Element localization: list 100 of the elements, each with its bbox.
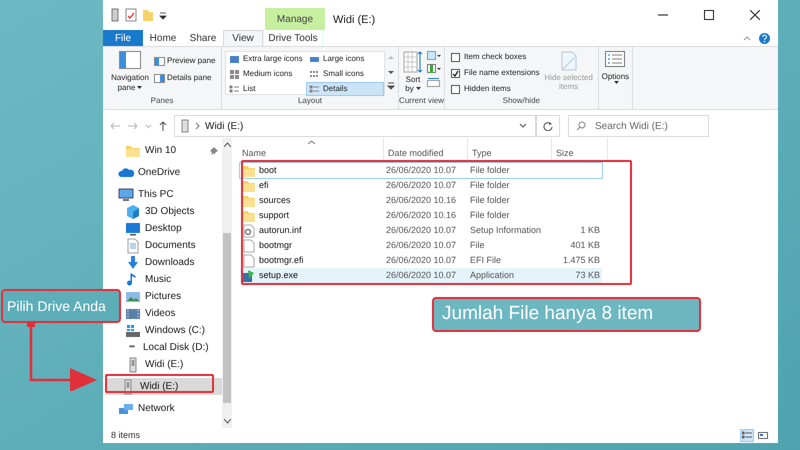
column-header[interactable]: Name [238,138,384,160]
sort-by-button[interactable]: Sort by [402,51,424,95]
nav-item[interactable]: 3D Objects [123,203,222,220]
search-field[interactable]: Search Widi (E:) [568,115,709,137]
details-pane-button[interactable]: Details pane [154,72,216,84]
nav-item[interactable]: Desktop [123,220,222,237]
refresh-button[interactable] [536,115,560,137]
layout-option[interactable]: Details [306,82,384,96]
file-row[interactable]: autorun.inf 26/06/2020 10.07 Setup Information 1 KB [240,223,602,238]
blank-page-icon [560,51,577,71]
file-name: bootmgr [259,238,292,252]
checkbox-option[interactable]: Hidden items [451,83,540,95]
file-row[interactable]: bootmgr.efi 26/06/2020 10.07 EFI File 1.475 KB [240,253,602,268]
chevron-icon [195,122,201,130]
file-name: setup.exe [259,268,298,282]
navigation-pane-button[interactable]: Navigation pane [106,51,154,95]
scrollbar-thumb[interactable] [223,233,231,403]
view-icon [309,69,320,79]
group-label: Show/hide [502,95,541,107]
layout-option[interactable]: Small icons [306,67,384,81]
view-icon [229,69,240,79]
ribbon-tab[interactable]: Home [143,30,183,46]
nav-item[interactable]: Videos [123,305,222,322]
checkbox-option[interactable]: Item check boxes [451,51,540,63]
address-bar[interactable]: Widi (E:) [174,115,536,137]
caret-icon [614,81,619,84]
drive-icon[interactable] [110,8,120,22]
folder-icon [242,164,255,178]
file-icon [242,254,255,268]
checkbox[interactable] [451,52,460,62]
caret-icon [137,86,142,90]
file-row[interactable]: sources 26/06/2020 10.16 File folder [240,193,602,208]
view-toggle[interactable] [756,429,770,442]
nav-item[interactable]: Win 10 [103,142,222,159]
folder-icon [242,194,255,208]
breadcrumb[interactable]: Widi (E:) [205,118,244,134]
file-name: autorun.inf [259,224,302,237]
ribbon-tab[interactable]: File [103,30,143,46]
nav-item[interactable]: Windows (C:) [123,322,222,339]
ribbon-tab[interactable]: Drive Tools [263,30,323,46]
folder-icon [242,178,255,192]
layout-option[interactable]: Extra large icons [226,52,306,66]
layout-option[interactable]: List [226,82,306,96]
sort-caret-icon [308,140,315,144]
type-cell-text: EFI File [469,254,502,267]
date-cell-text: 26/06/2020 10.16 [385,194,458,207]
file-name: sources [259,194,291,207]
type-cell-text: File folder [469,194,511,207]
search-icon [576,121,586,131]
usb-drive-icon [179,119,191,133]
nav-item[interactable]: Widi (E:) [123,356,222,373]
preview-pane-button[interactable]: Preview pane [154,55,216,67]
date-cell-text: 26/06/2020 10.07 [385,238,458,252]
file-row[interactable]: bootmgr 26/06/2020 10.07 File 401 KB [240,238,602,253]
nav-item[interactable]: Local Disk (D:) [123,339,222,356]
details-view-icon [742,431,752,440]
type-cell-text: File folder [469,208,511,222]
ribbon-tab[interactable]: View [223,30,263,46]
help-icon[interactable] [759,32,770,44]
nav-item[interactable]: OneDrive [103,164,222,181]
nav-item[interactable]: This PC [103,186,222,203]
nav-item[interactable]: Documents [123,237,222,254]
layout-option[interactable]: Medium icons [226,67,306,81]
checkbox[interactable] [451,68,460,78]
view-toggle[interactable] [740,429,754,442]
nav-item[interactable]: Music [123,271,222,288]
type-cell-text: File folder [469,178,511,192]
checkbox-option[interactable]: File name extensions [451,67,540,79]
scrollbar[interactable] [222,138,232,428]
pane-layout-icon [154,56,165,66]
group-by-icon[interactable] [427,51,441,61]
fit-columns-icon[interactable] [427,77,441,87]
nav-item[interactable]: Network [103,400,222,417]
date-cell-text: 26/06/2020 10.07 [385,254,458,267]
ribbon-tab[interactable]: Share [183,30,223,46]
file-icon [242,238,255,252]
checklist-icon[interactable] [125,8,137,22]
close-icon [750,10,760,20]
scroll-down-icon [224,419,230,424]
nav-item[interactable]: Downloads [123,254,222,271]
layout-option[interactable]: Large icons [306,52,384,66]
window-title: Widi (E:) [332,13,376,28]
size-cell-text: 1 KB [579,224,600,237]
add-columns-icon[interactable] [427,64,441,74]
view-icon [309,84,320,94]
checkbox[interactable] [451,84,460,94]
size-cell-text: 1.475 KB [562,254,600,267]
file-row[interactable]: setup.exe 26/06/2020 10.07 Application 73 KB [240,268,602,283]
file-row[interactable]: support 26/06/2020 10.16 File folder [240,208,602,223]
options-button[interactable]: Options [602,51,630,109]
up-arrow-icon[interactable] [158,120,168,132]
nav-item[interactable]: Pictures [123,288,222,305]
pane-layout-icon [154,74,165,82]
column-header[interactable]: Type [468,138,552,160]
options-list-icon [605,51,626,67]
date-cell-text: 26/06/2020 10.16 [385,208,458,222]
file-row[interactable]: efi 26/06/2020 10.07 File folder [240,178,602,193]
file-row[interactable]: boot 26/06/2020 10.07 File folder [240,163,602,178]
column-header[interactable]: Date modified [384,138,468,160]
column-header[interactable]: Size [552,138,608,160]
